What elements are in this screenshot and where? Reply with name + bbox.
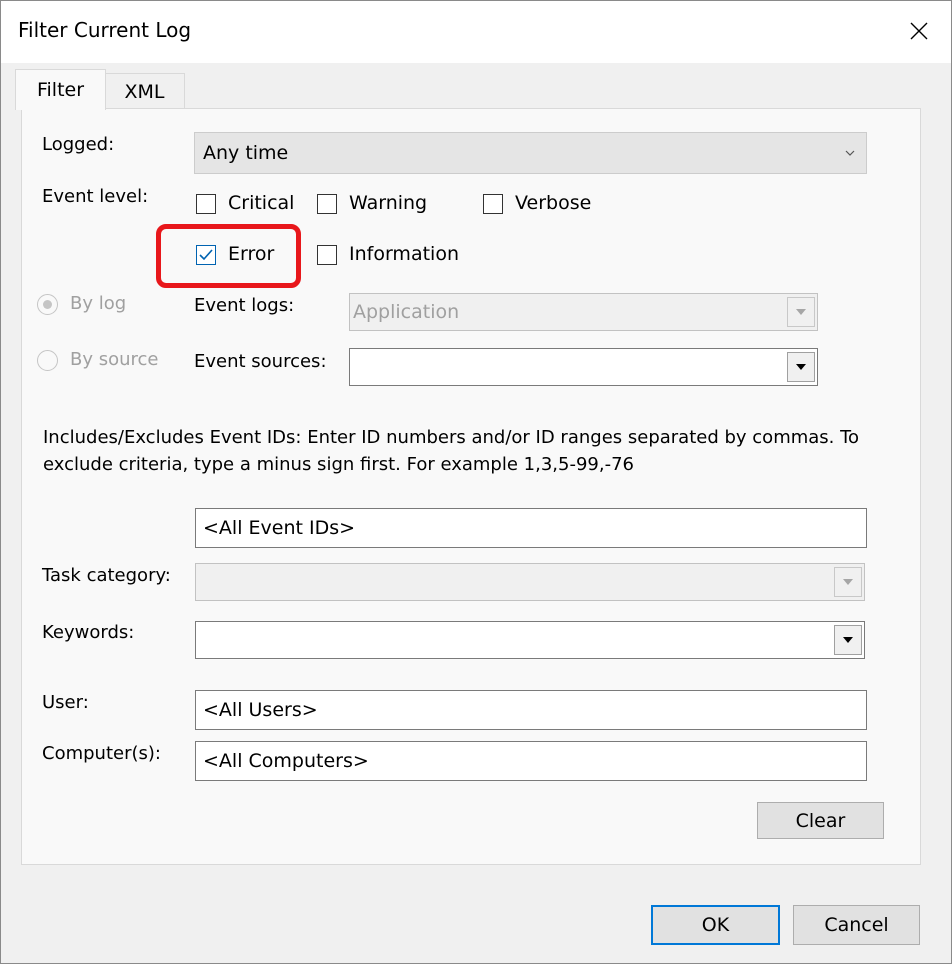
event-logs-value: Application	[353, 301, 460, 323]
task-category-combo[interactable]	[195, 563, 865, 601]
event-ids-description: Includes/Excludes Event IDs: Enter ID nu…	[43, 427, 860, 475]
warning-checkbox[interactable]	[317, 194, 337, 214]
warning-label: Warning	[349, 192, 428, 214]
event-ids-value: <All Event IDs>	[203, 517, 356, 539]
critical-label: Critical	[228, 192, 295, 214]
close-button[interactable]	[899, 13, 939, 49]
user-label: User:	[42, 692, 89, 713]
information-checkbox[interactable]	[317, 245, 337, 265]
by-log-label: By log	[70, 293, 127, 314]
tab-xml[interactable]: XML	[104, 73, 185, 109]
dropdown-arrow-icon	[796, 364, 806, 370]
dropdown-arrow-icon	[796, 309, 806, 315]
user-input[interactable]: <All Users>	[195, 690, 867, 730]
ok-button-label: OK	[701, 914, 730, 936]
logged-select[interactable]: Any time	[194, 132, 867, 174]
by-log-radio[interactable]	[37, 294, 58, 315]
event-ids-input[interactable]: <All Event IDs>	[195, 508, 867, 548]
clear-button-label: Clear	[795, 809, 846, 832]
logged-value: Any time	[203, 142, 289, 164]
event-sources-dropdown-button[interactable]	[787, 352, 815, 382]
annotation-highlight	[156, 224, 301, 288]
computers-label: Computer(s):	[42, 743, 161, 764]
tab-filter[interactable]: Filter	[15, 69, 106, 110]
event-logs-combo[interactable]: Application	[349, 293, 818, 331]
verbose-label: Verbose	[515, 192, 592, 214]
title-bar: Filter Current Log	[1, 1, 951, 63]
close-icon	[910, 22, 928, 40]
event-sources-combo[interactable]	[349, 348, 818, 386]
clear-button[interactable]: Clear	[757, 802, 884, 839]
computers-value: <All Computers>	[203, 750, 369, 772]
dropdown-arrow-icon	[843, 637, 853, 643]
event-sources-label: Event sources:	[194, 351, 327, 372]
user-value: <All Users>	[203, 699, 318, 721]
dropdown-arrow-icon	[843, 579, 853, 585]
keywords-label: Keywords:	[42, 622, 135, 643]
filter-dialog: Filter Current Log Filter XML Logged: An…	[0, 0, 952, 964]
tab-xml-label: XML	[124, 80, 165, 103]
information-label: Information	[349, 243, 459, 265]
ok-button[interactable]: OK	[651, 905, 780, 945]
event-logs-dropdown-button[interactable]	[787, 297, 815, 327]
task-category-label: Task category:	[42, 565, 171, 586]
computers-input[interactable]: <All Computers>	[195, 741, 867, 781]
task-category-dropdown-button[interactable]	[834, 567, 862, 597]
keywords-dropdown-button[interactable]	[834, 625, 862, 655]
verbose-checkbox[interactable]	[483, 194, 503, 214]
critical-checkbox[interactable]	[196, 194, 216, 214]
logged-label: Logged:	[42, 134, 115, 155]
chevron-down-icon	[845, 150, 855, 156]
by-source-label: By source	[70, 349, 159, 370]
cancel-button[interactable]: Cancel	[793, 905, 920, 945]
event-logs-label: Event logs:	[194, 295, 295, 316]
window-title: Filter Current Log	[18, 18, 192, 42]
event-level-label: Event level:	[42, 186, 149, 207]
tab-filter-label: Filter	[36, 79, 85, 101]
keywords-combo[interactable]	[195, 621, 865, 659]
cancel-button-label: Cancel	[824, 914, 889, 936]
by-source-radio[interactable]	[37, 350, 58, 371]
